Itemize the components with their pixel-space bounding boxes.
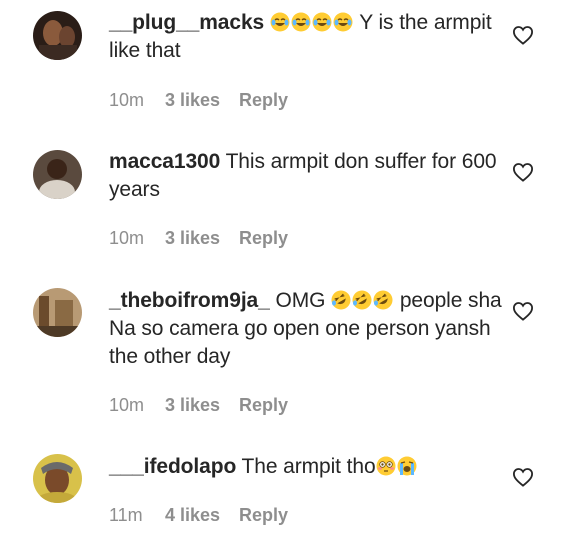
- comment-text: ___ifedolapo The armpit tho: [109, 453, 504, 481]
- reply-button[interactable]: Reply: [239, 504, 288, 526]
- comment-body: The armpit tho: [241, 455, 376, 478]
- heart-icon[interactable]: [512, 25, 534, 45]
- comment-time: 10m: [109, 228, 145, 248]
- reply-button[interactable]: Reply: [239, 227, 288, 249]
- comment-username[interactable]: ___ifedolapo: [109, 455, 236, 478]
- avatar[interactable]: [33, 150, 82, 199]
- crying-emoji: [397, 455, 418, 478]
- comment-meta: 10m 3 likes Reply: [109, 394, 288, 416]
- comment-likes[interactable]: 3 likes: [165, 394, 239, 416]
- rofl-emoji: [352, 289, 373, 312]
- comment-time: 10m: [109, 395, 145, 415]
- comment-username[interactable]: __plug__macks: [109, 11, 264, 34]
- rofl-emoji: [331, 289, 352, 312]
- avatar[interactable]: [33, 11, 82, 60]
- reply-button[interactable]: Reply: [239, 394, 288, 416]
- joy-emoji: [333, 11, 354, 34]
- comment-likes[interactable]: 3 likes: [165, 89, 239, 111]
- comment-meta: 10m 3 likes Reply: [109, 227, 288, 249]
- joy-emoji: [312, 11, 333, 34]
- heart-icon[interactable]: [512, 467, 534, 487]
- comment-time: 11m: [109, 505, 143, 525]
- rofl-emoji: [373, 289, 394, 312]
- comment-text: _theboifrom9ja_ OMG people sha Na so cam…: [109, 287, 504, 371]
- comment-text: __plug__macks Y is the armpit like that: [109, 9, 504, 65]
- flushed-emoji: [376, 455, 397, 478]
- comment-likes[interactable]: 4 likes: [165, 504, 239, 526]
- comment-meta: 11m 4 likes Reply: [109, 504, 288, 526]
- comment-body-prefix: OMG: [275, 289, 326, 312]
- heart-icon[interactable]: [512, 301, 534, 321]
- avatar[interactable]: [33, 454, 82, 503]
- joy-emoji: [270, 11, 291, 34]
- comment-username[interactable]: macca1300: [109, 150, 220, 173]
- comment-likes[interactable]: 3 likes: [165, 227, 239, 249]
- comment-time: 10m: [109, 90, 145, 110]
- comment-text: macca1300 This armpit don suffer for 600…: [109, 148, 504, 204]
- heart-icon[interactable]: [512, 162, 534, 182]
- joy-emoji: [291, 11, 312, 34]
- comment-meta: 10m 3 likes Reply: [109, 89, 288, 111]
- reply-button[interactable]: Reply: [239, 89, 288, 111]
- comment-username[interactable]: _theboifrom9ja_: [109, 289, 270, 312]
- avatar[interactable]: [33, 288, 82, 337]
